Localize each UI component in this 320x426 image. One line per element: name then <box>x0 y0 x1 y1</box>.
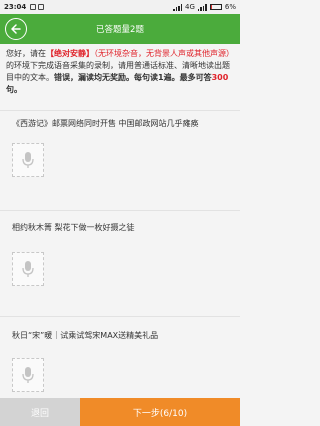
battery-icon <box>209 4 222 10</box>
instructions-quiet-emphasis: 【绝对安静】 <box>46 49 94 58</box>
record-button[interactable] <box>12 143 44 177</box>
status-bar: 23:04 4G 6% <box>0 0 240 14</box>
instructions-noise-note: （无环境杂音，无背景人声或其他声源） <box>94 49 234 58</box>
sentence-card: 秋日“宋”暖｜试乘试驾宋MAX送精美礼品 <box>0 330 240 396</box>
battery-level: 6% <box>224 3 236 11</box>
record-button[interactable] <box>12 252 44 286</box>
instructions-reward-rule: 错误，漏读均无奖励。每句读1遍。最多可答 <box>54 73 212 82</box>
divider <box>0 316 240 317</box>
sentence-card: 《西游记》邮票网络同时开售 中国邮政网站几乎瘫痪 <box>0 118 240 208</box>
instructions-part-7: 句。 <box>6 85 22 94</box>
back-step-button[interactable]: 退回 <box>0 398 80 426</box>
back-button[interactable] <box>5 18 27 40</box>
sentence-text: 相约秋木箐 梨花下做一枚好摄之徒 <box>12 223 135 232</box>
network-type: 4G <box>185 3 195 11</box>
status-right: 4G 6% <box>173 3 236 11</box>
signal-icon <box>173 3 182 11</box>
header-bar: 已答题量2题 <box>0 14 240 44</box>
bottom-action-bar: 退回 下一步(6/10) <box>0 398 240 426</box>
microphone-icon <box>22 261 34 277</box>
status-time: 23:04 <box>4 3 27 11</box>
record-button[interactable] <box>12 358 44 392</box>
notification-icons <box>30 4 45 10</box>
divider <box>0 210 240 211</box>
sentence-text: 《西游记》邮票网络同时开售 中国邮政网站几乎瘫痪 <box>12 119 199 128</box>
instructions-max-count: 300 <box>211 73 229 82</box>
next-step-button[interactable]: 下一步(6/10) <box>80 398 240 426</box>
instructions-text: 您好，请在【绝对安静】（无环境杂音，无背景人声或其他声源）的环境下完成语音采集的… <box>6 48 236 96</box>
signal-icon-2 <box>197 3 207 11</box>
sentence-card: 相约秋木箐 梨花下做一枚好摄之徒 <box>0 222 240 312</box>
instructions-part-1: 您好，请在 <box>6 49 46 58</box>
sentence-text: 秋日“宋”暖｜试乘试驾宋MAX送精美礼品 <box>12 331 159 340</box>
microphone-icon <box>22 152 34 168</box>
divider <box>0 110 240 111</box>
page-title: 已答题量2题 <box>96 25 144 35</box>
arrow-left-icon <box>11 24 21 34</box>
app-screen: 23:04 4G 6% 已答题量2题 您好，请在【绝对安静】（无环境杂音，无背景… <box>0 0 240 426</box>
microphone-icon <box>22 367 34 383</box>
